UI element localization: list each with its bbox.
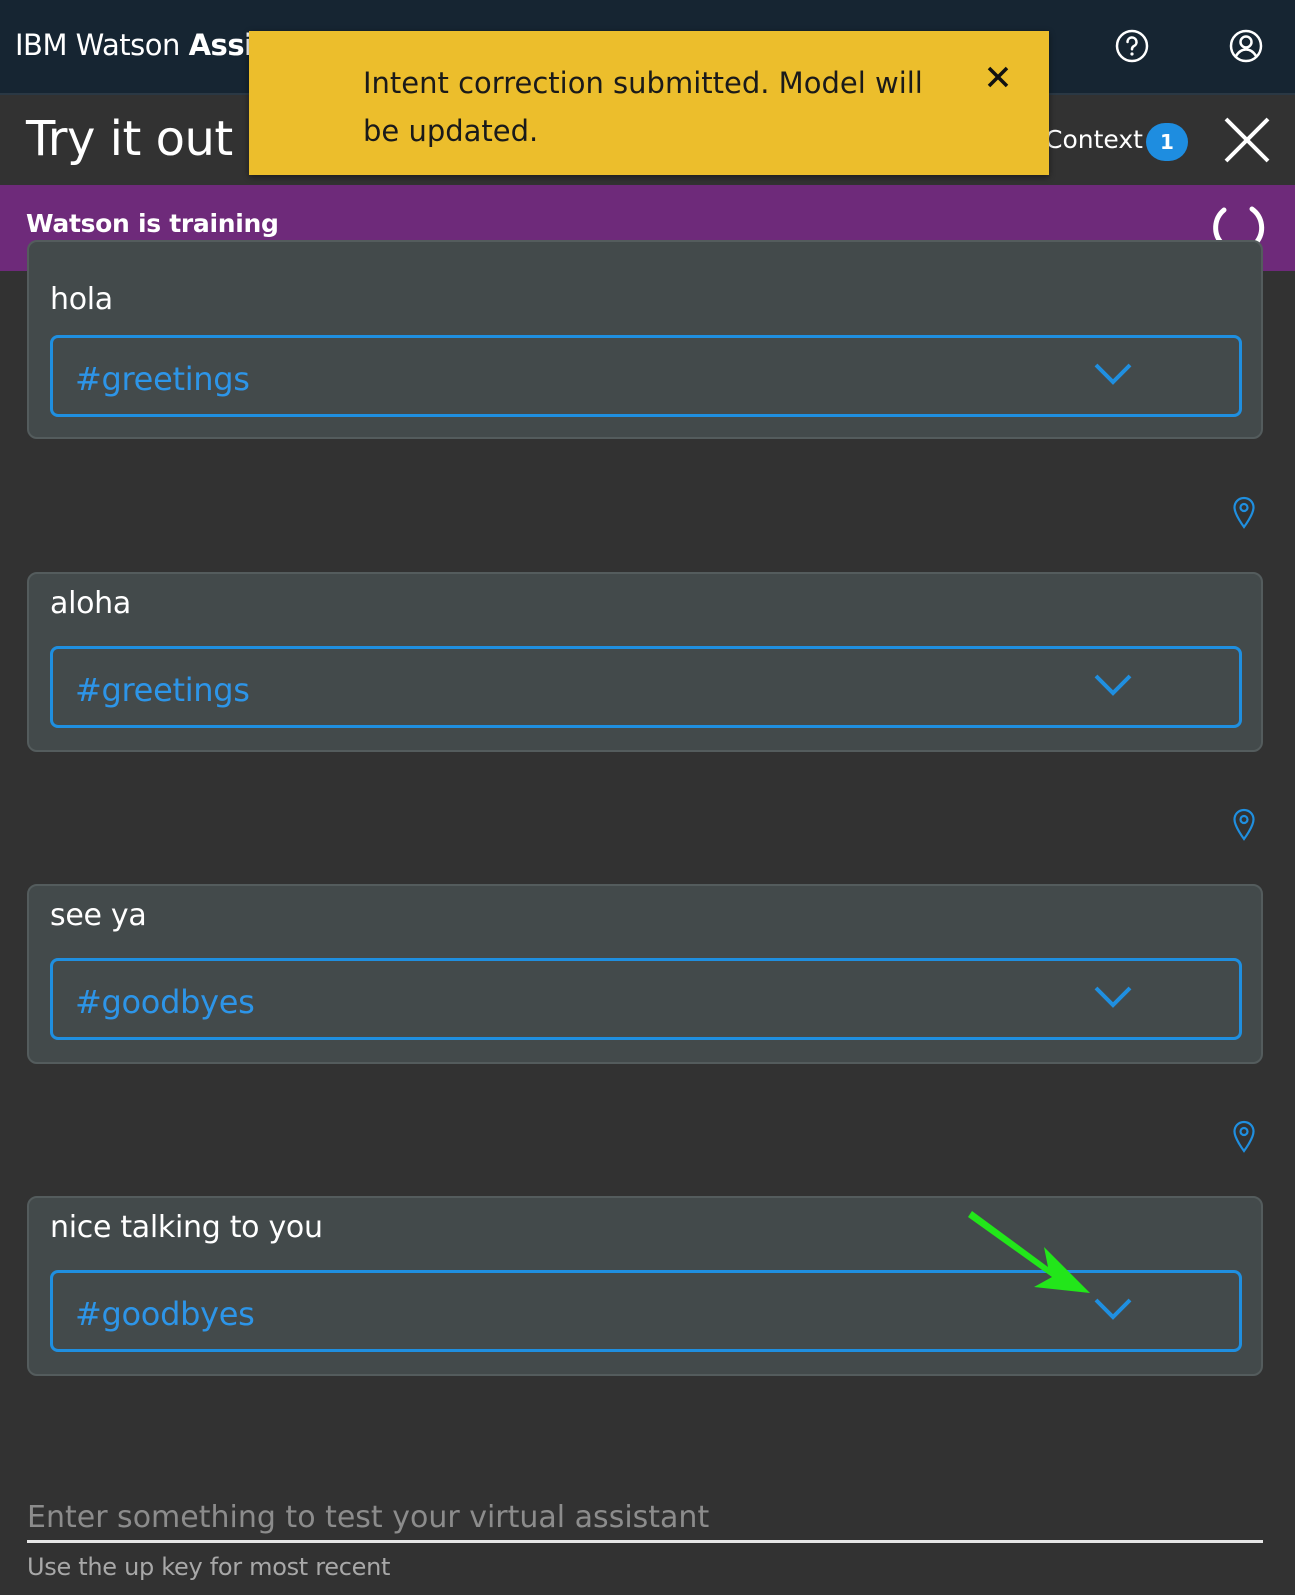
chevron-down-icon[interactable] [1093, 983, 1133, 1011]
location-pin-icon[interactable] [1232, 1120, 1256, 1154]
location-pin-icon[interactable] [1232, 808, 1256, 842]
close-notification-icon[interactable] [984, 63, 1012, 91]
location-pin-icon[interactable] [1232, 496, 1256, 530]
intent-dropdown[interactable]: #goodbyes [50, 958, 1242, 1040]
help-icon[interactable] [1114, 28, 1150, 64]
notification-message: Intent correction submitted. Model will … [363, 66, 923, 148]
user-message-text: hola [50, 282, 113, 317]
training-status-text: Watson is training [26, 209, 279, 238]
context-count-badge[interactable]: 1 [1146, 123, 1188, 161]
panel-title: Try it out [26, 111, 233, 167]
chevron-down-icon[interactable] [1093, 360, 1133, 388]
notification-toast: Intent correction submitted. Model will … [249, 31, 1049, 175]
intent-label: #goodbyes [75, 1295, 255, 1333]
input-hint: Use the up key for most recent [27, 1553, 391, 1581]
chevron-down-icon[interactable] [1093, 1295, 1133, 1323]
intent-label: #greetings [75, 671, 250, 709]
user-icon[interactable] [1228, 28, 1264, 64]
message-card: aloha #greetings [27, 572, 1263, 752]
intent-dropdown[interactable]: #greetings [50, 335, 1242, 417]
test-message-input[interactable] [27, 1495, 1263, 1543]
user-message-text: aloha [50, 586, 131, 621]
intent-dropdown[interactable]: #goodbyes [50, 1270, 1242, 1352]
test-input-wrapper [27, 1495, 1263, 1543]
message-card: hola #greetings [27, 240, 1263, 439]
intent-label: #goodbyes [75, 983, 255, 1021]
user-message-text: see ya [50, 898, 147, 933]
user-message-text: nice talking to you [50, 1210, 323, 1245]
intent-dropdown[interactable]: #greetings [50, 646, 1242, 728]
intent-label: #greetings [75, 360, 250, 398]
chevron-down-icon[interactable] [1093, 671, 1133, 699]
close-panel-icon[interactable] [1222, 115, 1272, 165]
message-card: see ya #goodbyes [27, 884, 1263, 1064]
context-button-label[interactable]: Context [1045, 125, 1143, 154]
message-card: nice talking to you #goodbyes [27, 1196, 1263, 1376]
